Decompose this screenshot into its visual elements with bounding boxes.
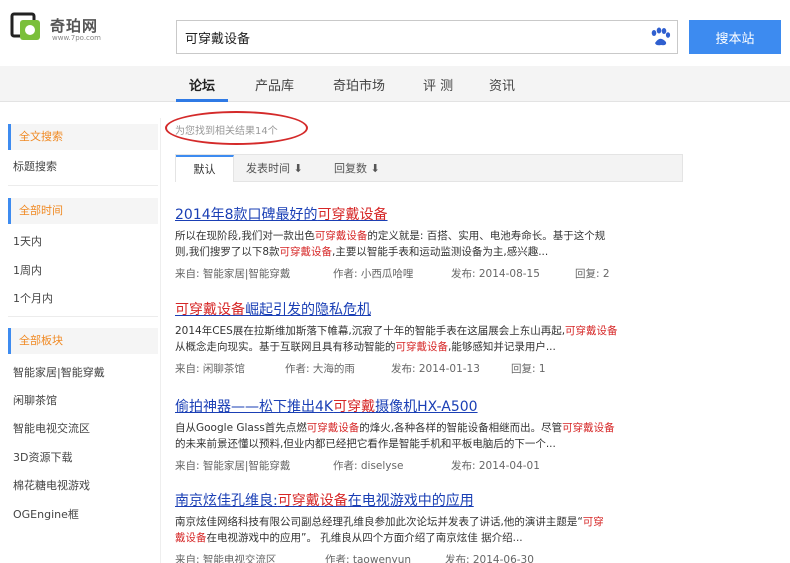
- sort-by-replies[interactable]: 回复数 ⬇: [334, 155, 380, 182]
- result-date: 发布: 2014-01-13: [391, 363, 480, 375]
- logo-mark-icon: [10, 12, 40, 40]
- sidebar-divider: [160, 118, 161, 563]
- filter-board-ogengine[interactable]: OGEngine框: [13, 506, 79, 522]
- search-input[interactable]: [177, 21, 637, 53]
- filter-1-day[interactable]: 1天内: [13, 233, 42, 249]
- search-site-button[interactable]: 搜本站: [689, 20, 781, 54]
- brand-url: www.7po.com: [52, 34, 101, 42]
- filter-1-week[interactable]: 1周内: [13, 262, 42, 278]
- result-title-link[interactable]: 南京炫佳孔维良:可穿戴设备在电视游戏中的应用: [175, 490, 695, 510]
- search-result: 偷拍神器——松下推出4K可穿戴摄像机HX-A500 自从Google Glass…: [175, 396, 695, 472]
- filter-all-boards[interactable]: 全部板块: [8, 328, 158, 354]
- search-box: [176, 20, 678, 54]
- result-meta: 来自: 智能家居|智能穿戴 作者: diselyse 发布: 2014-04-0…: [175, 458, 695, 472]
- result-source[interactable]: 来自: 智能家居|智能穿戴: [175, 458, 290, 473]
- result-replies: 回复: 2: [575, 268, 610, 280]
- result-title-link[interactable]: 偷拍神器——松下推出4K可穿戴摄像机HX-A500: [175, 396, 695, 416]
- annotation-ellipse: [165, 111, 308, 145]
- result-snippet: 2014年CES展在拉斯维加斯落下帷幕,沉寂了十年的智能手表在这届展会上东山再起…: [175, 325, 618, 353]
- result-source[interactable]: 来自: 智能电视交流区: [175, 552, 276, 563]
- nav-tab-products[interactable]: 产品库: [255, 75, 294, 94]
- brand-name: 奇珀网: [50, 17, 99, 35]
- result-replies: 回复: 1: [511, 363, 546, 375]
- filter-1-month[interactable]: 1个月内: [13, 290, 53, 306]
- result-snippet: 自从Google Glass首先点燃可穿戴设备的烽火,各种各样的智能设备相继而出…: [175, 422, 615, 450]
- nav-tab-news[interactable]: 资讯: [489, 75, 515, 94]
- main-nav: 论坛 产品库 奇珀市场 评 测 资讯: [0, 66, 790, 102]
- filter-board-smart-home[interactable]: 智能家居|智能穿戴: [13, 364, 105, 380]
- filter-board-3d[interactable]: 3D资源下载: [13, 449, 72, 465]
- paw-icon[interactable]: [649, 27, 671, 47]
- sidebar-separator: [8, 185, 158, 186]
- result-author[interactable]: 作者: 大海的雨: [285, 361, 355, 376]
- result-author[interactable]: 作者: 小西瓜哈哩: [333, 266, 413, 281]
- nav-tab-forum[interactable]: 论坛: [189, 75, 215, 94]
- sort-by-post-time[interactable]: 发表时间 ⬇: [246, 155, 303, 182]
- result-date: 发布: 2014-04-01: [451, 460, 540, 472]
- site-logo[interactable]: 奇珀网 www.7po.com: [10, 10, 120, 46]
- search-result: 可穿戴设备崛起引发的隐私危机 2014年CES展在拉斯维加斯落下帷幕,沉寂了十年…: [175, 299, 695, 375]
- result-snippet: 南京炫佳网络科技有限公司副总经理孔维良参加此次论坛并发表了讲话,他的演讲主题是“…: [175, 516, 604, 544]
- result-title-link[interactable]: 可穿戴设备崛起引发的隐私危机: [175, 299, 695, 319]
- result-meta: 来自: 闲聊茶馆 作者: 大海的雨 发布: 2014-01-13 回复: 1: [175, 361, 695, 375]
- result-source[interactable]: 来自: 闲聊茶馆: [175, 361, 245, 376]
- filter-board-smart-tv[interactable]: 智能电视交流区: [13, 420, 90, 436]
- filter-board-tv-games[interactable]: 棉花糖电视游戏: [13, 477, 90, 493]
- filter-fulltext-search[interactable]: 全文搜索: [8, 124, 158, 150]
- result-source[interactable]: 来自: 智能家居|智能穿戴: [175, 266, 290, 281]
- filter-title-search[interactable]: 标题搜索: [13, 158, 57, 174]
- active-tab-indicator: [176, 99, 228, 102]
- search-result: 2014年8款口碑最好的可穿戴设备 所以在现阶段,我们对一款出色可穿戴设备的定义…: [175, 204, 695, 280]
- search-result: 南京炫佳孔维良:可穿戴设备在电视游戏中的应用 南京炫佳网络科技有限公司副总经理孔…: [175, 490, 695, 563]
- result-meta: 来自: 智能家居|智能穿戴 作者: 小西瓜哈哩 发布: 2014-08-15 回…: [175, 266, 695, 280]
- filter-all-time[interactable]: 全部时间: [8, 198, 158, 224]
- result-date: 发布: 2014-08-15: [451, 268, 540, 280]
- result-author[interactable]: 作者: taowenyun: [325, 552, 411, 563]
- nav-tab-market[interactable]: 奇珀市场: [333, 75, 385, 94]
- sidebar-separator: [8, 316, 158, 317]
- result-snippet: 所以在现阶段,我们对一款出色可穿戴设备的定义就是: 百搭、实用、电池寿命长。基于…: [175, 230, 606, 258]
- nav-tab-reviews[interactable]: 评 测: [423, 75, 453, 94]
- result-meta: 来自: 智能电视交流区 作者: taowenyun 发布: 2014-06-30: [175, 552, 695, 563]
- filter-board-chat[interactable]: 闲聊茶馆: [13, 392, 57, 408]
- header: 奇珀网 www.7po.com 搜本站: [0, 0, 790, 66]
- sort-bar: 默认 发表时间 ⬇ 回复数 ⬇: [175, 154, 683, 182]
- sort-default[interactable]: 默认: [176, 155, 234, 182]
- result-date: 发布: 2014-06-30: [445, 554, 534, 563]
- result-title-link[interactable]: 2014年8款口碑最好的可穿戴设备: [175, 204, 695, 224]
- result-author[interactable]: 作者: diselyse: [333, 458, 403, 473]
